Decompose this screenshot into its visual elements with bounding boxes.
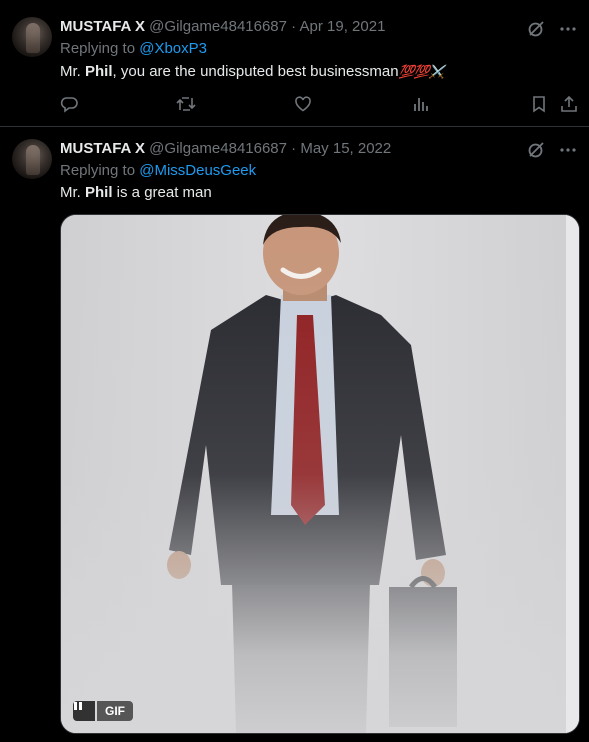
- text-bold: Phil: [85, 63, 113, 80]
- avatar[interactable]: [12, 139, 52, 179]
- separator: ·: [291, 140, 297, 157]
- avatar[interactable]: [12, 17, 52, 57]
- replying-prefix: Replying to: [60, 40, 136, 57]
- tweet-1[interactable]: MUSTAFA X @Gilgame48416687 · Apr 19, 202…: [0, 0, 589, 126]
- replying-to: Replying to @MissDeusGeek: [60, 162, 256, 179]
- share-icon[interactable]: [560, 95, 578, 113]
- action-bar: [60, 95, 580, 115]
- replying-to: Replying to @XboxP3: [60, 40, 207, 57]
- separator: ·: [291, 18, 297, 35]
- text-prefix: Mr.: [60, 63, 85, 80]
- handle[interactable]: @Gilgame48416687: [149, 18, 287, 35]
- text-bold: Phil: [85, 184, 113, 201]
- views-icon[interactable]: [412, 95, 430, 113]
- text-prefix: Mr.: [60, 184, 85, 201]
- reply-icon[interactable]: [60, 95, 78, 113]
- tweet-header: MUSTAFA X @Gilgame48416687 · May 15, 202…: [60, 140, 391, 157]
- display-name[interactable]: MUSTAFA X: [60, 140, 145, 157]
- more-icon[interactable]: [559, 141, 577, 159]
- handle[interactable]: @Gilgame48416687: [149, 140, 287, 157]
- retweet-icon[interactable]: [176, 95, 196, 113]
- emoji: 💯💯⚔️: [398, 64, 446, 79]
- gif-badge: GIF: [73, 701, 133, 721]
- pause-icon[interactable]: [73, 701, 95, 721]
- tweet-text: Mr. Phil, you are the undisputed best bu…: [60, 63, 446, 80]
- mention-link[interactable]: @MissDeusGeek: [139, 162, 256, 179]
- grok-icon[interactable]: [527, 141, 545, 159]
- more-icon[interactable]: [559, 20, 577, 38]
- mention-link[interactable]: @XboxP3: [139, 40, 207, 57]
- text-rest: , you are the undisputed best businessma…: [112, 63, 399, 80]
- tweet-header: MUSTAFA X @Gilgame48416687 · Apr 19, 202…: [60, 18, 385, 35]
- gif-media[interactable]: GIF: [60, 214, 580, 734]
- grok-icon[interactable]: [527, 20, 545, 38]
- text-rest: is a great man: [112, 184, 212, 201]
- like-icon[interactable]: [294, 95, 312, 113]
- replying-prefix: Replying to: [60, 162, 136, 179]
- display-name[interactable]: MUSTAFA X: [60, 18, 145, 35]
- gif-frame-image: [61, 215, 579, 733]
- tweet-text: Mr. Phil is a great man: [60, 184, 212, 201]
- timestamp[interactable]: Apr 19, 2021: [300, 18, 386, 35]
- bookmark-icon[interactable]: [530, 95, 548, 113]
- timestamp[interactable]: May 15, 2022: [300, 140, 391, 157]
- gif-label: GIF: [97, 701, 133, 721]
